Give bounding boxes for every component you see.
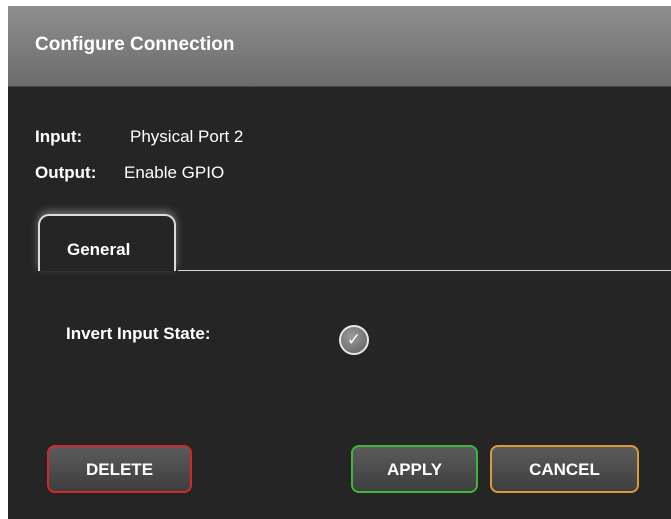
output-value: Enable GPIO bbox=[124, 163, 225, 182]
invert-input-state-checkbox[interactable]: ✓ bbox=[339, 325, 369, 355]
delete-button[interactable]: DELETE bbox=[47, 445, 192, 493]
checkmark-icon: ✓ bbox=[346, 330, 362, 349]
cancel-button[interactable]: CANCEL bbox=[490, 445, 639, 493]
input-label: Input: bbox=[35, 127, 83, 146]
tab-general[interactable]: General bbox=[38, 214, 176, 271]
output-row: Output: Enable GPIO bbox=[35, 163, 224, 183]
dialog-title: Configure Connection bbox=[35, 34, 235, 55]
input-row: Input: Physical Port 2 bbox=[35, 127, 243, 147]
tab-general-label: General bbox=[67, 240, 131, 259]
output-label: Output: bbox=[35, 163, 97, 182]
configure-connection-dialog: Configure Connection Input: Physical Port… bbox=[8, 6, 671, 519]
invert-input-state-label: Invert Input State: bbox=[66, 324, 211, 343]
input-value: Physical Port 2 bbox=[130, 127, 244, 146]
apply-button[interactable]: APPLY bbox=[351, 445, 478, 493]
dialog-titlebar: Configure Connection bbox=[8, 6, 671, 87]
tab-divider bbox=[178, 270, 671, 271]
